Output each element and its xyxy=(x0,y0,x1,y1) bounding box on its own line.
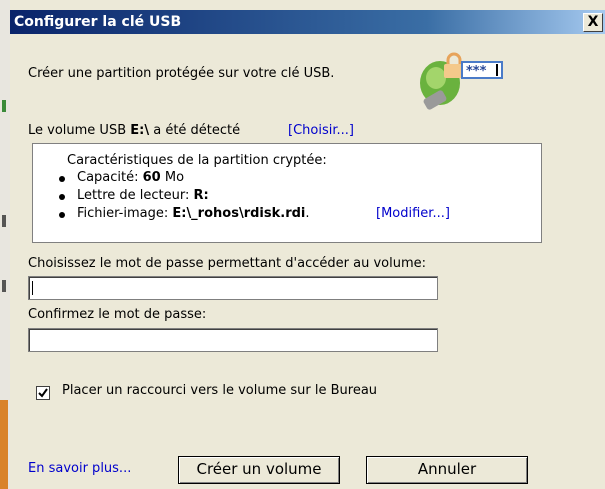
volume-detected-text: Le volume USB E:\ a été détecté xyxy=(28,123,240,138)
close-button[interactable]: X xyxy=(583,13,603,32)
drive-letter-value: R: xyxy=(193,188,209,203)
learn-more-link[interactable]: En savoir plus... xyxy=(28,461,131,476)
window-title: Configurer la clé USB xyxy=(14,14,182,30)
usb-lock-icon: *** xyxy=(420,52,503,110)
confirm-password-input[interactable] xyxy=(28,328,438,352)
configure-usb-dialog: Configurer la clé USB X Créer une partit… xyxy=(10,10,605,489)
edge-marker xyxy=(2,280,6,292)
text-caret xyxy=(32,281,33,295)
image-file-line: Fichier-image: E:\_rohos\rdisk.rdi. xyxy=(77,206,310,221)
shortcut-checkbox[interactable] xyxy=(36,386,50,400)
bullet-icon xyxy=(59,212,65,218)
image-label: Fichier-image: xyxy=(77,206,173,221)
checkmark-icon xyxy=(38,388,48,398)
create-volume-button[interactable]: Créer un volume xyxy=(178,456,340,484)
volume-suffix: a été détecté xyxy=(149,123,241,138)
partition-info-box: Caractéristiques de la partition cryptée… xyxy=(32,143,542,243)
confirm-label: Confirmez le mot de passe: xyxy=(28,307,207,322)
edge-orange-bar xyxy=(0,400,8,489)
background xyxy=(0,0,605,10)
image-value: E:\_rohos\rdisk.rdi xyxy=(172,206,306,221)
drive-letter-label: Lettre de lecteur: xyxy=(77,188,194,203)
partition-heading: Caractéristiques de la partition cryptée… xyxy=(67,153,327,168)
intro-text: Créer une partition protégée sur votre c… xyxy=(28,66,335,81)
title-bar[interactable]: Configurer la clé USB X xyxy=(10,10,605,34)
edge-marker xyxy=(2,100,6,112)
drive-letter-line: Lettre de lecteur: R: xyxy=(77,188,209,203)
image-dot: . xyxy=(305,206,310,221)
password-label: Choisissez le mot de passe permettant d'… xyxy=(28,256,426,271)
modify-image-link[interactable]: [Modifier...] xyxy=(376,206,450,221)
capacity-line: Capacité: 60 Mo xyxy=(77,170,184,185)
password-input[interactable] xyxy=(28,276,438,300)
capacity-unit: Mo xyxy=(160,170,185,185)
volume-drive: E:\ xyxy=(130,123,150,138)
icon-badge-text: *** xyxy=(466,64,487,79)
volume-prefix: Le volume USB xyxy=(28,123,131,138)
cancel-button[interactable]: Annuler xyxy=(366,456,528,484)
underlying-window-edge xyxy=(0,0,10,489)
capacity-label: Capacité: xyxy=(77,170,143,185)
bullet-icon xyxy=(59,176,65,182)
capacity-value: 60 xyxy=(142,170,161,185)
edge-marker xyxy=(2,215,6,227)
choose-volume-link[interactable]: [Choisir...] xyxy=(288,123,354,138)
bullet-icon xyxy=(59,194,65,200)
shortcut-label[interactable]: Placer un raccourci vers le volume sur l… xyxy=(62,383,377,398)
